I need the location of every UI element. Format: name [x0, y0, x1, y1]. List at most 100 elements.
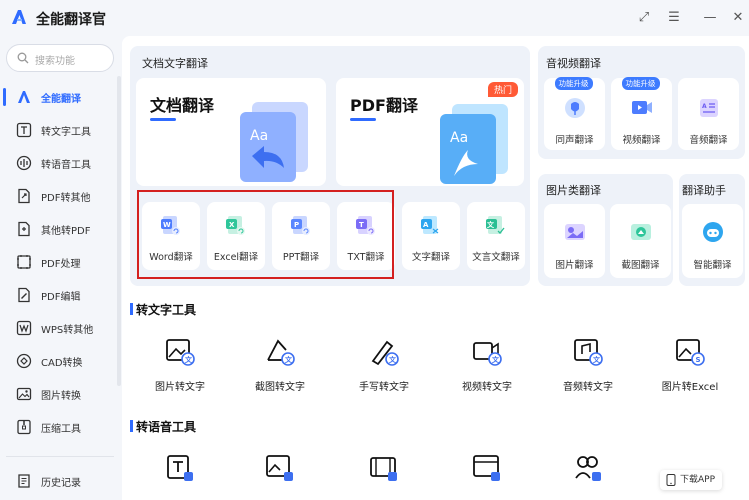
image-to-voice-icon	[266, 455, 293, 481]
close-icon[interactable]: ✕	[730, 10, 746, 26]
hot-badge: 热门	[487, 82, 518, 97]
svg-text:Aa: Aa	[450, 130, 468, 146]
sidebar-item-compress[interactable]: 压缩工具	[0, 412, 120, 442]
video-to-voice-icon	[370, 457, 397, 481]
sidebar-item-history[interactable]: 历史记录	[0, 466, 120, 496]
svg-text:A: A	[423, 221, 429, 229]
panel-title: 音视频翻译	[546, 57, 601, 70]
pdf-illustration-icon: Aa	[440, 104, 508, 184]
image-to-text-tool[interactable]: 文 图片转文字	[130, 336, 230, 396]
search-placeholder: 搜索功能	[35, 56, 75, 67]
pdf-import-icon	[18, 221, 30, 237]
section-title-voice-tools: 转语音工具	[129, 420, 197, 434]
image-translate-panel: 图片类翻译 图片翻译 截图翻译	[538, 174, 673, 286]
text-to-voice-tool[interactable]	[130, 452, 230, 500]
sidebar-item-pdf-process[interactable]: PDF处理	[0, 247, 120, 277]
sidebar-item-all-translate[interactable]: 全能翻译	[0, 82, 120, 112]
image-to-excel-tool[interactable]: S 图片转Excel	[640, 336, 740, 396]
sidebar-item-pdf-edit[interactable]: PDF编辑	[0, 280, 120, 310]
video-translate-icon	[631, 101, 652, 114]
sidebar-item-image-convert[interactable]: 图片转换	[0, 379, 120, 409]
translate-icon	[18, 91, 30, 103]
robot-icon	[702, 222, 723, 242]
panel-title: 图片类翻译	[546, 184, 601, 197]
screenshot-to-text-tool[interactable]: 文 截图转文字	[230, 336, 330, 396]
image-to-voice-tool[interactable]	[230, 452, 330, 500]
image-icon	[16, 387, 32, 401]
simultaneous-translate-icon	[564, 98, 585, 118]
text-to-voice-icon	[167, 455, 193, 481]
svg-text:S: S	[696, 356, 701, 364]
classical-chinese-translate-tile[interactable]: 文 文言文翻译	[467, 202, 525, 270]
pdf-translate-card[interactable]: PDF翻译 热门 Aa	[336, 78, 524, 186]
svg-text:A: A	[702, 103, 707, 110]
document-illustration-icon: Aa	[240, 102, 308, 182]
sidebar-scrollbar[interactable]	[117, 76, 121, 386]
main-content: 文档文字翻译 文档翻译 Aa PDF翻译 热门 Aa W Word翻译 X Ex…	[122, 36, 749, 500]
fullscreen-icon[interactable]: ⤢	[636, 10, 652, 26]
web-to-voice-tool[interactable]	[437, 452, 537, 500]
smart-translate-tile[interactable]: 智能翻译	[682, 204, 743, 278]
search-icon	[17, 52, 29, 64]
download-app-label: 下载APP	[680, 475, 716, 485]
highlight-box	[137, 190, 394, 279]
multi-voice-tool[interactable]	[538, 452, 638, 500]
text-translate-icon: A	[421, 216, 439, 234]
handwriting-to-text-icon: 文	[371, 340, 399, 366]
audio-to-text-icon: 文	[574, 339, 603, 366]
svg-text:文: 文	[487, 220, 495, 229]
sidebar: 搜索功能 全能翻译 转文字工具 转语音工具 PDF转其他 其他转PDF PDF处…	[0, 36, 122, 500]
screenshot-translate-icon	[630, 224, 651, 240]
title-bar: 全能翻译官 ⤢ ☰ — ✕	[0, 0, 749, 36]
handwriting-to-text-tool[interactable]: 文 手写转文字	[334, 336, 434, 396]
sidebar-item-wps-to-other[interactable]: WPS转其他	[0, 313, 120, 343]
video-to-text-tool[interactable]: 文 视频转文字	[437, 336, 537, 396]
text-tool-icon	[16, 122, 32, 138]
image-translate-tile[interactable]: 图片翻译	[544, 204, 605, 278]
svg-text:文: 文	[285, 355, 293, 364]
svg-text:文: 文	[389, 355, 397, 364]
sidebar-item-other-to-pdf[interactable]: 其他转PDF	[0, 214, 120, 244]
image-translate-icon	[564, 224, 585, 240]
minimize-icon[interactable]: —	[702, 10, 718, 26]
search-input[interactable]: 搜索功能	[6, 44, 114, 72]
screenshot-translate-tile[interactable]: 截图翻译	[610, 204, 671, 278]
svg-text:Aa: Aa	[250, 128, 268, 144]
svg-text:文: 文	[593, 355, 601, 364]
multi-voice-icon	[575, 456, 601, 481]
app-logo-icon	[12, 10, 26, 24]
sidebar-item-to-voice[interactable]: 转语音工具	[0, 148, 120, 178]
svg-text:文: 文	[492, 355, 500, 364]
pdf-process-icon	[17, 255, 31, 269]
classical-chinese-icon: 文	[486, 216, 505, 234]
audio-translate-icon: A	[699, 99, 718, 117]
panel-title: 文档文字翻译	[142, 57, 208, 70]
sidebar-item-to-text[interactable]: 转文字工具	[0, 115, 120, 145]
pdf-export-icon	[18, 188, 30, 204]
video-translate-tile[interactable]: 功能升级 视频翻译	[611, 77, 672, 150]
video-to-text-icon: 文	[473, 342, 502, 366]
sidebar-item-cad-convert[interactable]: CAD转换	[0, 346, 120, 376]
image-to-excel-icon: S	[676, 339, 705, 366]
menu-icon[interactable]: ☰	[666, 10, 682, 26]
sidebar-divider	[6, 456, 114, 457]
doc-translate-card[interactable]: 文档翻译 Aa	[136, 78, 326, 186]
panel-title: 翻译助手	[682, 184, 726, 197]
simultaneous-translate-tile[interactable]: 功能升级 同声翻译	[544, 77, 605, 150]
web-to-voice-icon	[473, 455, 500, 481]
compress-icon	[17, 419, 31, 435]
wps-icon	[16, 320, 32, 336]
app-title: 全能翻译官	[36, 12, 106, 28]
av-translate-panel: 音视频翻译 功能升级 同声翻译 功能升级 视频翻译 A 音频翻译	[538, 46, 745, 159]
video-to-voice-tool[interactable]	[334, 452, 434, 500]
pdf-edit-icon	[18, 287, 30, 303]
audio-to-text-tool[interactable]: 文 音频转文字	[538, 336, 638, 396]
download-app-button[interactable]: 下载APP	[660, 470, 722, 490]
upgrade-badge: 功能升级	[554, 77, 593, 90]
upgrade-badge: 功能升级	[621, 77, 660, 90]
section-title-text-tools: 转文字工具	[129, 303, 197, 317]
image-to-text-icon: 文	[166, 339, 195, 366]
audio-translate-tile[interactable]: A 音频翻译	[678, 78, 739, 150]
text-translate-tile[interactable]: A 文字翻译	[402, 202, 460, 270]
sidebar-item-pdf-to-other[interactable]: PDF转其他	[0, 181, 120, 211]
